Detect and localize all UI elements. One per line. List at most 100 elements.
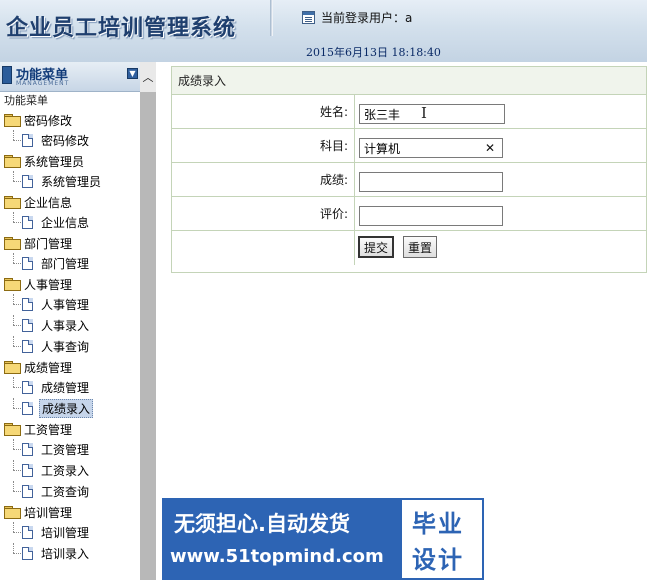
sidebar-item-training-entry[interactable]: 培训录入 <box>0 543 140 564</box>
header: 企业员工培训管理系统 当前登录用户：a 2015年6月13日 18:18:40 <box>0 0 647 62</box>
sidebar-group-password[interactable]: 密码修改 <box>0 110 140 130</box>
name-input[interactable] <box>359 104 505 124</box>
sidebar-group-salary[interactable]: 工资管理 <box>0 419 140 439</box>
watermark-brand-line1: 毕业 <box>412 510 464 538</box>
form-row-actions: 提交 重置 <box>172 231 646 265</box>
sidebar-group-admin[interactable]: 系统管理员 <box>0 151 140 171</box>
sidebar-item-personnel-query[interactable]: 人事查询 <box>0 336 140 357</box>
title-divider <box>270 0 273 36</box>
current-user-label: 当前登录用户：a <box>321 10 413 25</box>
sidebar-item-label: 成绩管理 <box>41 381 90 395</box>
document-icon <box>22 134 33 147</box>
menu-logo-icon <box>2 66 12 84</box>
sidebar-group-label: 成绩管理 <box>24 360 73 375</box>
sidebar-item-department[interactable]: 部门管理 <box>0 253 140 274</box>
sidebar-group-department[interactable]: 部门管理 <box>0 233 140 253</box>
sidebar-item-label: 培训管理 <box>41 526 90 540</box>
folder-icon <box>4 196 21 209</box>
reset-button[interactable]: 重置 <box>403 236 438 258</box>
watermark-slogan: 无须担心.自动发货 <box>174 512 350 536</box>
sidebar-item-label: 工资查询 <box>41 485 90 499</box>
sidebar-item-personnel-entry[interactable]: 人事录入 <box>0 315 140 336</box>
name-label: 姓名: <box>172 95 355 128</box>
sidebar-item-label: 人事管理 <box>41 298 90 312</box>
app-title: 企业员工培训管理系统 <box>6 15 237 41</box>
form-row-comment: 评价: <box>172 197 646 231</box>
sidebar-item-password-change[interactable]: 密码修改 <box>0 130 140 151</box>
sidebar-item-label: 培训录入 <box>41 547 90 561</box>
score-label: 成绩: <box>172 163 355 196</box>
sidebar-group-training[interactable]: 培训管理 <box>0 502 140 522</box>
sidebar-subtitle: MANAGEMENT <box>16 80 70 87</box>
document-icon <box>22 340 33 353</box>
sidebar-group-scores[interactable]: 成绩管理 <box>0 357 140 377</box>
sidebar-item-label: 系统管理员 <box>41 175 102 189</box>
document-icon <box>22 485 33 498</box>
comment-input[interactable] <box>359 206 503 226</box>
sidebar-group-label: 密码修改 <box>24 113 73 128</box>
folder-icon <box>4 278 21 291</box>
sidebar-item-label: 工资录入 <box>41 464 90 478</box>
document-icon <box>22 257 33 270</box>
score-input[interactable] <box>359 172 503 192</box>
watermark-banner: 无须担心.自动发货 www.51topmind.com 毕业 设计 <box>162 498 484 580</box>
sidebar-item-salary-entry[interactable]: 工资录入 <box>0 460 140 481</box>
form-row-subject: 科目: ✕ <box>172 129 646 163</box>
collapse-icon[interactable]: ▼ <box>127 68 138 79</box>
user-icon <box>302 10 315 24</box>
sidebar-item-salary-manage[interactable]: 工资管理 <box>0 439 140 460</box>
sidebar-item-salary-query[interactable]: 工资查询 <box>0 481 140 502</box>
sidebar-group-company[interactable]: 企业信息 <box>0 192 140 212</box>
folder-icon <box>4 155 21 168</box>
sidebar-group-label: 工资管理 <box>24 422 73 437</box>
submit-button[interactable]: 提交 <box>358 236 395 258</box>
sidebar-item-label: 密码修改 <box>41 134 90 148</box>
folder-icon <box>4 237 21 250</box>
sidebar-header: 功能菜单 MANAGEMENT ▼ <box>0 62 140 92</box>
sidebar-item-company-info[interactable]: 企业信息 <box>0 212 140 233</box>
form-row-name: 姓名: I <box>172 95 646 129</box>
current-datetime: 2015年6月13日 18:18:40 <box>306 46 441 59</box>
document-icon <box>22 298 33 311</box>
document-icon <box>22 443 33 456</box>
document-icon <box>22 547 33 560</box>
sidebar-item-label: 工资管理 <box>41 443 90 457</box>
subject-label: 科目: <box>172 129 355 162</box>
sidebar-item-scores-manage[interactable]: 成绩管理 <box>0 377 140 398</box>
sidebar-group-label: 人事管理 <box>24 277 73 292</box>
folder-icon <box>4 361 21 374</box>
document-icon <box>22 175 33 188</box>
sidebar-item-label: 人事录入 <box>41 319 90 333</box>
scroll-up-icon[interactable]: ︿ <box>140 62 156 92</box>
sidebar-group-label: 培训管理 <box>24 505 73 520</box>
sidebar-item-label: 成绩录入 <box>39 399 94 418</box>
form-row-score: 成绩: <box>172 163 646 197</box>
comment-label: 评价: <box>172 197 355 230</box>
folder-icon <box>4 114 21 127</box>
current-user: 当前登录用户：a <box>302 9 412 25</box>
document-icon <box>22 381 33 394</box>
sidebar-splitter[interactable]: ︿ <box>140 62 156 580</box>
sidebar-group-label: 企业信息 <box>24 195 73 210</box>
sidebar-item-label: 人事查询 <box>41 340 90 354</box>
sidebar-item-admin[interactable]: 系统管理员 <box>0 171 140 192</box>
clear-icon[interactable]: ✕ <box>485 142 495 154</box>
folder-icon <box>4 506 21 519</box>
document-icon <box>22 526 33 539</box>
watermark-left: 无须担心.自动发货 www.51topmind.com <box>162 498 400 580</box>
watermark-brand: 毕业 设计 <box>400 498 484 580</box>
subject-input[interactable] <box>359 138 503 158</box>
actions-label-cell <box>172 231 355 265</box>
sidebar-group-label: 系统管理员 <box>24 154 85 169</box>
sidebar-item-training-manage[interactable]: 培训管理 <box>0 522 140 543</box>
sidebar-item-scores-entry[interactable]: 成绩录入 <box>0 398 140 419</box>
form-title: 成绩录入 <box>172 67 646 95</box>
score-entry-form: 成绩录入 姓名: I 科目: ✕ 成绩: 评价: <box>171 66 647 273</box>
watermark-url: www.51topmind.com <box>170 546 384 567</box>
document-icon <box>22 402 33 415</box>
document-icon <box>22 216 33 229</box>
sidebar-item-personnel-manage[interactable]: 人事管理 <box>0 294 140 315</box>
sidebar-group-personnel[interactable]: 人事管理 <box>0 274 140 294</box>
sidebar-item-label: 部门管理 <box>41 257 90 271</box>
sidebar-group-label: 部门管理 <box>24 236 73 251</box>
